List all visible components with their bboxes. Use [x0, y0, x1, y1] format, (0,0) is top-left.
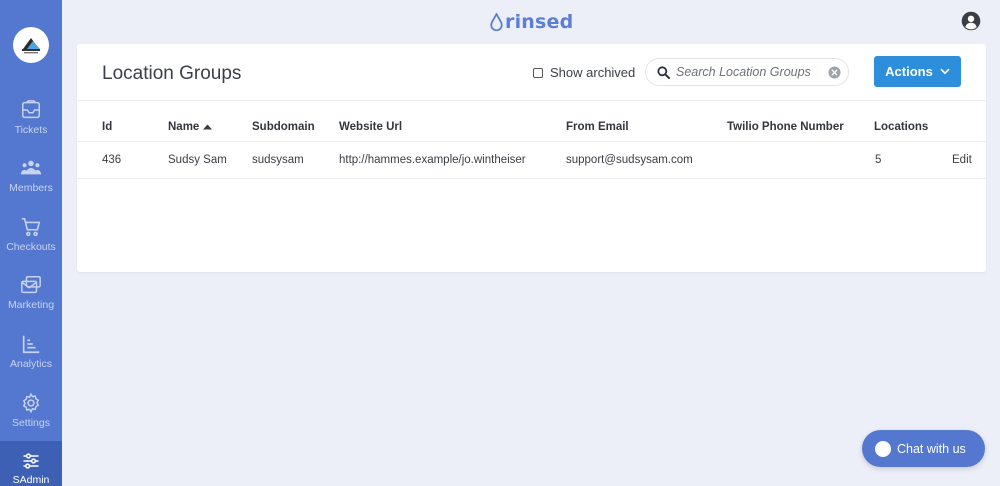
sidebar-item-settings[interactable]: Settings: [0, 392, 62, 448]
sidebar-item-label: Marketing: [7, 299, 55, 311]
search-input[interactable]: [676, 63, 821, 81]
column-header-website-url[interactable]: Website Url: [339, 121, 402, 133]
sidebar: Tickets Members Checkouts Marketing Anal…: [0, 0, 62, 486]
header-divider: [77, 100, 986, 101]
sidebar-item-tickets[interactable]: Tickets: [0, 99, 62, 155]
actions-dropdown-button[interactable]: Actions: [874, 56, 961, 87]
sidebar-item-marketing[interactable]: Marketing: [0, 274, 62, 330]
column-header-name[interactable]: Name: [168, 121, 213, 133]
column-header-twilio-phone[interactable]: Twilio Phone Number: [727, 121, 844, 133]
chat-bubble-icon: [875, 440, 891, 457]
sidebar-item-sadmin[interactable]: SAdmin: [0, 441, 62, 486]
chat-label: Chat with us: [897, 441, 966, 456]
marketing-icon: [21, 276, 41, 294]
cell-from-email: support@sudsysam.com: [566, 154, 693, 166]
sidebar-item-label: Members: [9, 182, 53, 194]
column-header-label: Name: [168, 121, 200, 133]
actions-label: Actions: [885, 64, 933, 79]
table-header-divider: [77, 141, 986, 142]
column-header-locations[interactable]: Locations: [874, 121, 928, 133]
cell-website-url: http://hammes.example/jo.wintheiser: [339, 154, 526, 166]
sidebar-item-label: Settings: [12, 417, 50, 429]
cart-icon: [21, 217, 41, 237]
show-archived-toggle[interactable]: Show archived: [533, 65, 635, 80]
sidebar-item-checkouts[interactable]: Checkouts: [0, 216, 62, 272]
brand-name: rinsed: [505, 11, 574, 33]
search-box[interactable]: [645, 58, 849, 86]
members-icon: [20, 160, 42, 175]
sidebar-item-label: Analytics: [9, 358, 52, 370]
sidebar-item-label: SAdmin: [12, 474, 50, 486]
sidebar-item-members[interactable]: Members: [0, 157, 62, 213]
show-archived-checkbox[interactable]: [533, 67, 543, 78]
sidebar-item-label: Checkouts: [6, 241, 56, 253]
sliders-icon: [23, 453, 39, 469]
analytics-icon: [22, 335, 40, 354]
brand-logo: rinsed: [490, 10, 573, 34]
user-account-icon[interactable]: [961, 11, 981, 31]
row-divider: [77, 178, 986, 179]
chat-button[interactable]: Chat with us: [862, 430, 985, 467]
column-header-from-email[interactable]: From Email: [566, 121, 629, 133]
sort-ascending-icon: [203, 124, 213, 130]
clear-search-icon[interactable]: [828, 66, 841, 79]
cell-locations: 5: [875, 154, 882, 166]
column-header-subdomain[interactable]: Subdomain: [252, 121, 315, 133]
page-title: Location Groups: [102, 63, 242, 84]
show-archived-label: Show archived: [550, 65, 636, 80]
cell-subdomain: sudsysam: [252, 154, 304, 166]
chevron-down-icon: [940, 68, 950, 75]
gear-icon: [22, 392, 40, 414]
column-header-id[interactable]: Id: [102, 121, 112, 133]
search-icon: [657, 66, 670, 79]
location-groups-card: Location Groups Show archived Actions Id…: [77, 44, 986, 272]
droplet-icon: [490, 13, 503, 31]
company-logo[interactable]: [13, 27, 49, 63]
sidebar-item-analytics[interactable]: Analytics: [0, 333, 62, 389]
cell-name: Sudsy Sam: [168, 154, 227, 166]
sidebar-item-label: Tickets: [14, 124, 48, 136]
edit-link[interactable]: Edit: [952, 154, 972, 166]
ticket-icon: [22, 100, 40, 119]
cell-id: 436: [102, 154, 122, 166]
